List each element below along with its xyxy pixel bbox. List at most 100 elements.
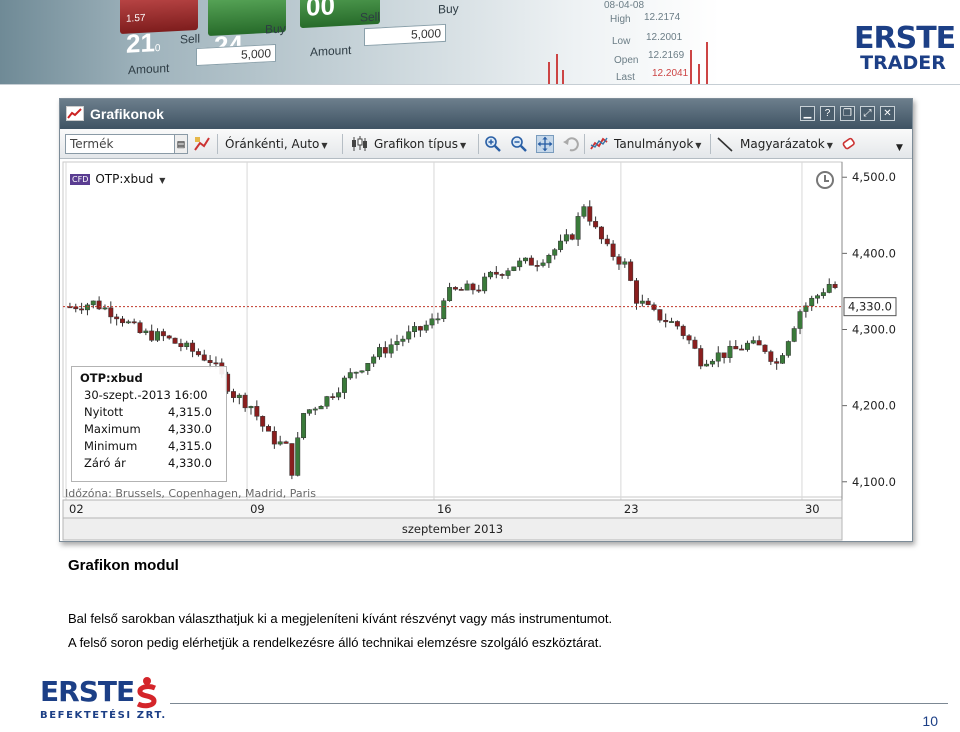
candle-body xyxy=(184,342,190,347)
candle-body xyxy=(353,371,359,374)
chart-type-dropdown[interactable]: Grafikon típus ▼ xyxy=(374,134,466,154)
chevron-down-icon: ▼ xyxy=(695,141,702,150)
chart-area[interactable]: 4,500.0 4,400.0 4,300.0 4,200.0 4,100.0 4,330… xyxy=(60,160,912,542)
candle-body xyxy=(523,257,528,262)
candle-body xyxy=(125,321,131,324)
candle-body xyxy=(686,335,692,341)
candle-body xyxy=(371,356,377,364)
candle-body xyxy=(704,363,710,367)
candle-body xyxy=(733,346,739,350)
candle-body xyxy=(382,347,388,354)
candle-body xyxy=(84,304,90,311)
candle-body xyxy=(487,271,493,278)
toolbar-separator xyxy=(342,134,343,154)
candle-body xyxy=(312,408,318,411)
candlestick-icon[interactable] xyxy=(350,135,368,153)
maximize-icon[interactable]: ⤢ xyxy=(860,106,875,121)
sell-label: Sell xyxy=(180,31,201,47)
last-price-label: 4,330.0 xyxy=(848,300,892,314)
cfd-badge: CFD xyxy=(70,174,91,185)
draw-tool-icon[interactable] xyxy=(193,135,211,153)
candle-body xyxy=(563,234,569,242)
studies-dropdown[interactable]: Tanulmányok ▼ xyxy=(614,134,701,154)
x-axis-title: szeptember 2013 xyxy=(402,522,503,536)
close-icon[interactable]: ✕ xyxy=(880,106,895,121)
candle-body xyxy=(721,352,727,358)
window-titlebar[interactable]: Grafikonok ▁ ? ❐ ⤢ ✕ xyxy=(60,99,912,129)
candle-body xyxy=(663,319,669,323)
minimize-icon[interactable]: ▁ xyxy=(800,106,815,121)
spark-bar xyxy=(556,54,558,84)
candle-body xyxy=(435,318,441,321)
x-tick-label: 23 xyxy=(624,502,639,516)
undo-icon[interactable] xyxy=(562,135,580,153)
candle-body xyxy=(815,295,821,299)
candle-body xyxy=(581,206,587,217)
x-axis-band xyxy=(62,499,843,519)
help-icon[interactable]: ? xyxy=(820,106,835,121)
candle-body xyxy=(750,340,756,344)
toolbar-overflow-icon[interactable]: ▼ xyxy=(896,138,903,158)
candle-body xyxy=(441,300,447,320)
toolbar-separator xyxy=(478,134,479,154)
info-datetime: 30-szept.-2013 16:00 xyxy=(84,388,208,402)
candle-body xyxy=(505,270,511,276)
candle-body xyxy=(283,441,289,444)
info-symbol: OTP:xbud xyxy=(80,371,143,385)
info-row-open: Nyitott 4,315.0 xyxy=(84,405,212,419)
candle-body xyxy=(528,257,534,266)
candle-body xyxy=(768,351,774,362)
studies-icon[interactable] xyxy=(590,135,608,153)
candle-body xyxy=(400,338,406,342)
candle-body xyxy=(137,322,143,333)
candle-body xyxy=(593,221,599,228)
y-tick-label: 4,400.0 xyxy=(852,246,896,260)
slide-page: 1.57210 240 00 Sell Buy Sell Buy Amount … xyxy=(0,0,960,732)
product-list-button[interactable]: ▤ xyxy=(174,134,188,154)
interval-dropdown[interactable]: Óránkénti, Auto ▼ xyxy=(225,134,328,154)
candle-body xyxy=(797,311,803,329)
footer-divider xyxy=(170,703,948,704)
candle-body xyxy=(412,326,418,332)
zoom-in-icon[interactable] xyxy=(484,135,502,153)
x-tick-label: 02 xyxy=(69,502,84,516)
eraser-icon[interactable] xyxy=(840,135,858,153)
clock-icon[interactable] xyxy=(816,171,834,189)
annotations-dropdown[interactable]: Magyarázatok ▼ xyxy=(740,134,833,154)
candle-body xyxy=(739,348,745,351)
candle-body xyxy=(324,396,330,407)
candle-body xyxy=(195,351,201,356)
candle-body xyxy=(511,266,517,271)
restore-icon[interactable]: ❐ xyxy=(840,106,855,121)
slide-paragraph-2: A felső soron pedig elérhetjük a rendelk… xyxy=(68,635,603,650)
pan-crosshair-icon[interactable] xyxy=(536,135,554,153)
candle-body xyxy=(634,280,639,304)
candle-body xyxy=(423,324,429,331)
sell-label-2: Sell xyxy=(360,9,381,25)
stat-label-last: Last xyxy=(616,72,635,83)
trend-line-icon[interactable] xyxy=(716,135,734,153)
product-search-input[interactable]: Termék xyxy=(65,134,175,154)
candle-body xyxy=(341,377,347,393)
candle-body xyxy=(417,326,423,331)
candle-body xyxy=(114,316,120,320)
timezone-label: Időzóna: Brussels, Copenhagen, Madrid, P… xyxy=(65,487,316,500)
toolbar-separator xyxy=(217,134,218,154)
candle-body xyxy=(657,309,663,321)
candle-body xyxy=(172,337,178,344)
candle-body xyxy=(715,352,721,362)
amount-label-2: Amount xyxy=(310,42,352,60)
symbol-selector[interactable]: CFD OTP:xbud ▼ xyxy=(70,172,165,190)
candle-body xyxy=(260,416,266,427)
zoom-out-icon[interactable] xyxy=(510,135,528,153)
candle-body xyxy=(242,394,248,409)
chart-window: Grafikonok ▁ ? ❐ ⤢ ✕ Termék ▤ Óránkénti,… xyxy=(59,98,913,542)
candle-body xyxy=(464,283,470,291)
candle-body xyxy=(289,443,295,476)
y-tick-label: 4,200.0 xyxy=(852,399,896,413)
chevron-down-icon: ▼ xyxy=(159,176,166,185)
stat-label-open: Open xyxy=(614,55,639,66)
candle-body xyxy=(546,255,552,264)
candle-body xyxy=(698,348,704,367)
candlestick-chart[interactable]: 4,500.0 4,400.0 4,300.0 4,200.0 4,100.0 4,330… xyxy=(60,160,912,542)
